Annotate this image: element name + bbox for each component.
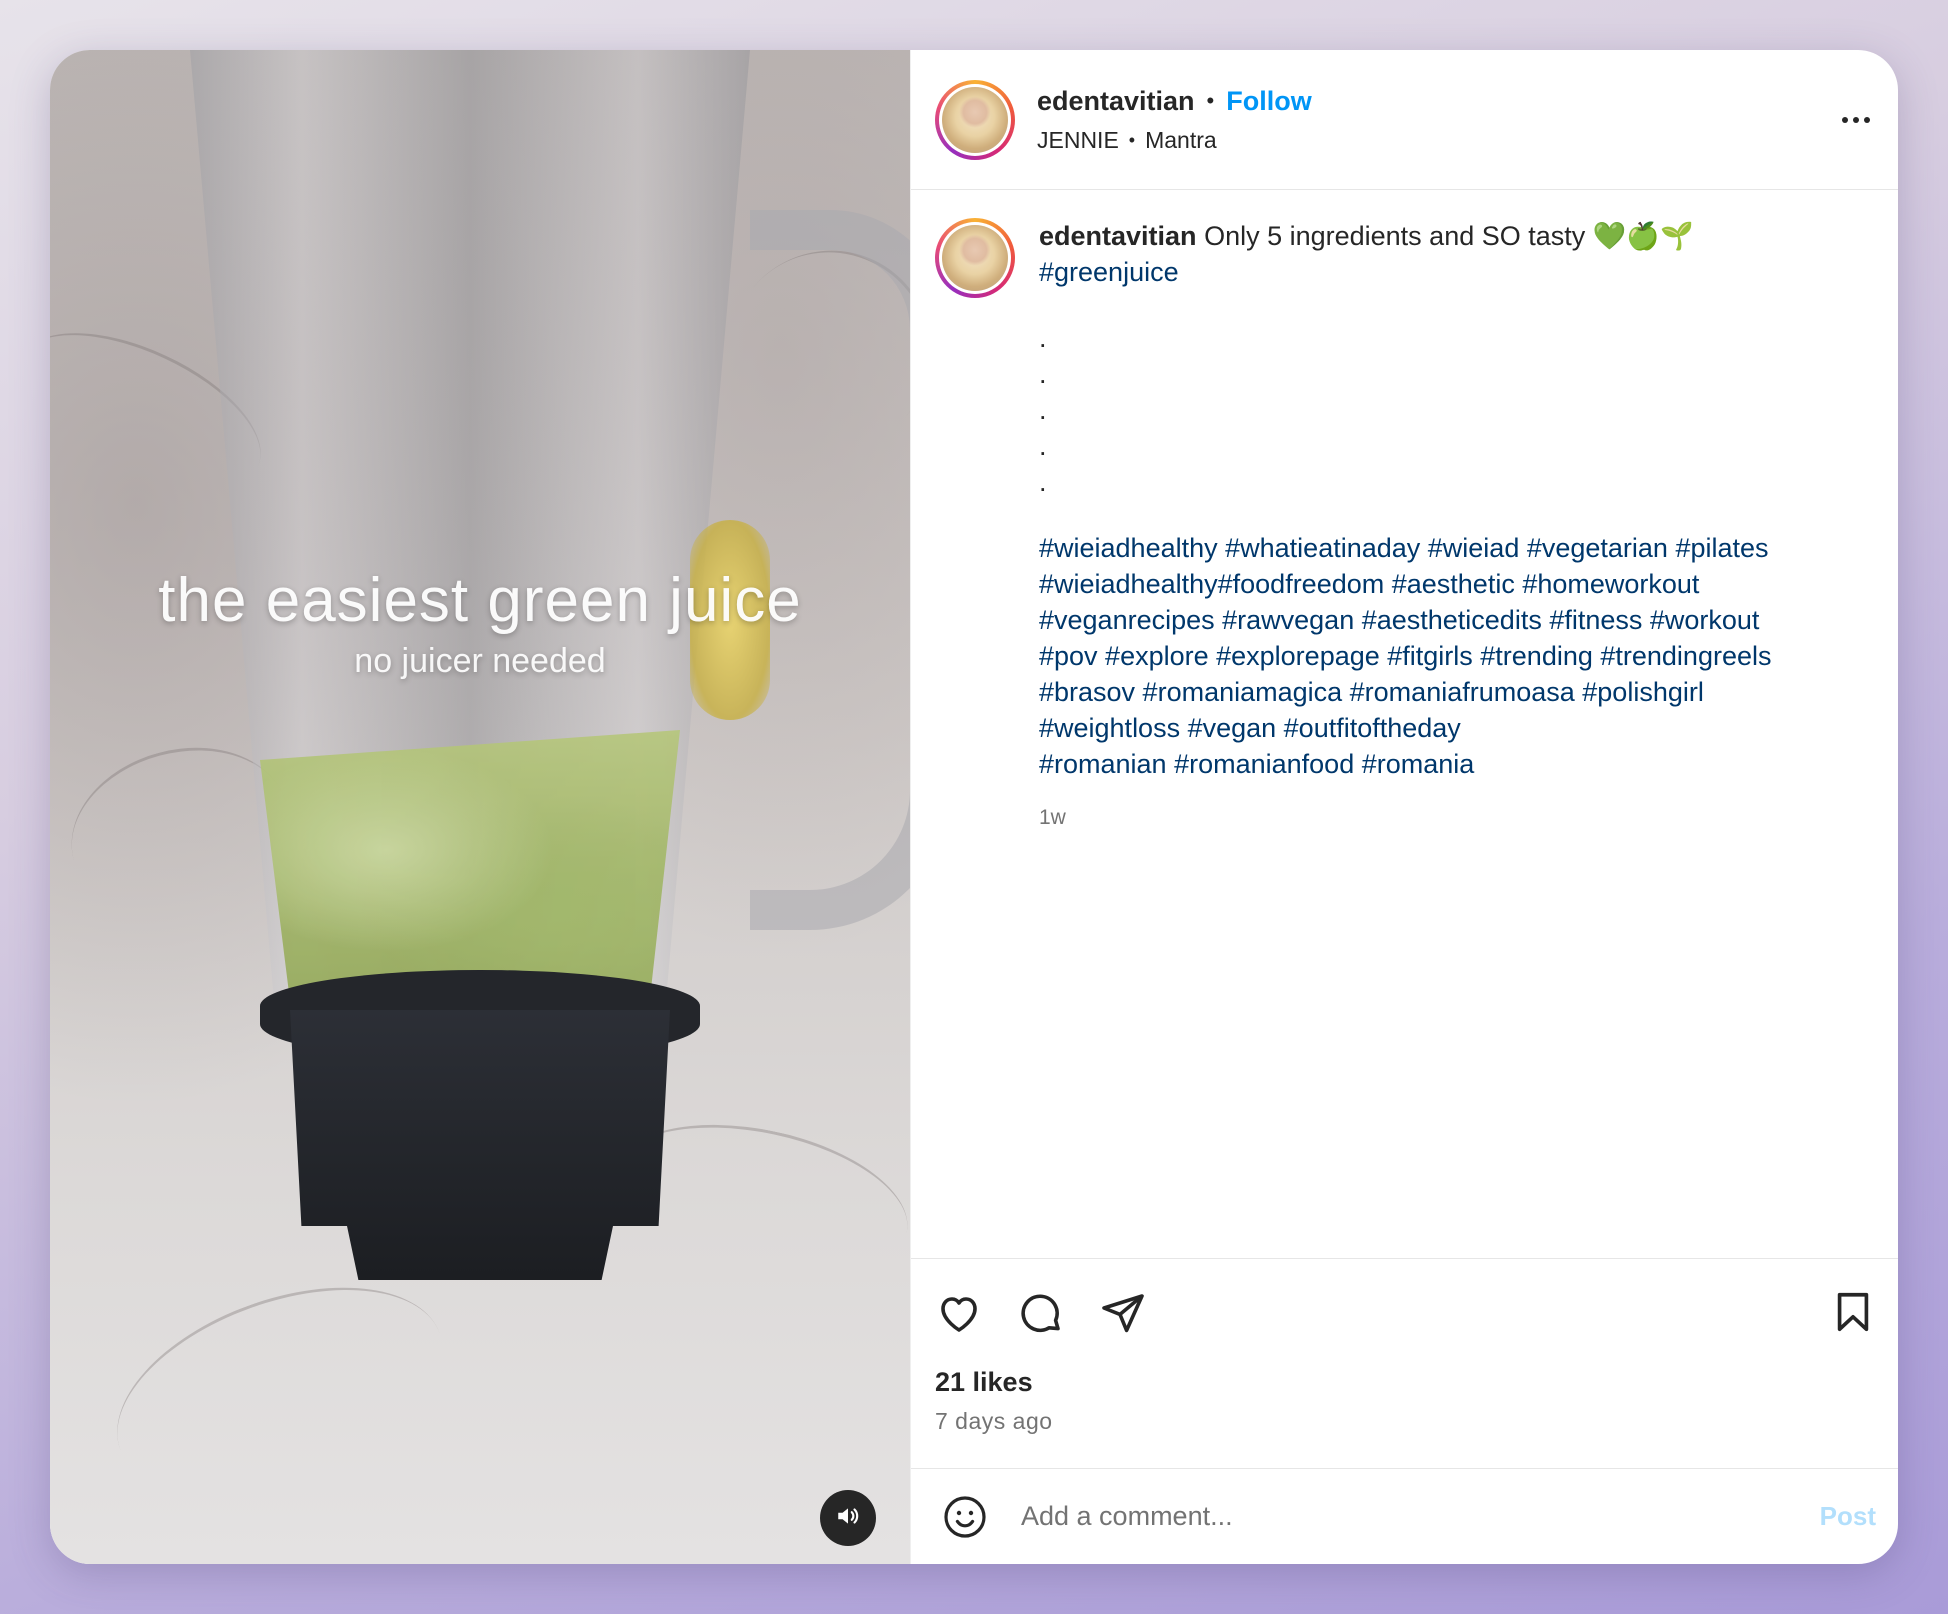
more-dot: [1842, 116, 1848, 123]
action-icons: [935, 1285, 1874, 1341]
caption-dot: .: [1039, 359, 1047, 389]
blender-base: [290, 1010, 670, 1280]
avatar-border: [939, 222, 1011, 294]
caption-dot: .: [1039, 395, 1047, 425]
hashtag-line[interactable]: #weightloss #vegan #outfitoftheday: [1039, 710, 1869, 746]
mute-toggle-button[interactable]: [820, 1490, 876, 1546]
post-comment-button[interactable]: Post: [1820, 1501, 1876, 1532]
avatar[interactable]: [935, 79, 1015, 160]
header-text: edentavitian • Follow JENNIE • Mantra: [1037, 86, 1312, 154]
heart-icon[interactable]: [935, 1289, 983, 1337]
avatar-image: [942, 86, 1008, 153]
audio-separator: •: [1128, 129, 1136, 150]
avatar-border: [939, 83, 1011, 156]
header-separator: •: [1206, 88, 1215, 113]
caption-text: Only 5 ingredients and SO tasty 💚🍏🌱: [1204, 221, 1694, 251]
comment-input[interactable]: [1019, 1500, 1820, 1533]
post-header: edentavitian • Follow JENNIE • Mantra: [911, 50, 1898, 190]
post-side-panel: edentavitian • Follow JENNIE • Mantra ed…: [910, 50, 1898, 1564]
caption-body: edentavitian Only 5 ingredients and SO t…: [1039, 218, 1869, 836]
caption-username[interactable]: edentavitian: [1039, 221, 1197, 251]
likes-count[interactable]: 21 likes: [935, 1367, 1874, 1398]
bookmark-icon[interactable]: [1830, 1289, 1876, 1335]
post-date[interactable]: 7 days ago: [935, 1408, 1874, 1435]
caption-dots: . . . . .: [1039, 320, 1869, 500]
post-video[interactable]: the easiest green juice no juicer needed: [50, 50, 910, 1564]
post-actions: 21 likes 7 days ago: [911, 1258, 1898, 1468]
header-username[interactable]: edentavitian: [1037, 86, 1195, 117]
avatar-image: [942, 225, 1008, 291]
comment-bar: Post: [911, 1468, 1898, 1564]
share-icon[interactable]: [1099, 1289, 1147, 1337]
audio-artist[interactable]: JENNIE: [1037, 127, 1119, 154]
caption: edentavitian Only 5 ingredients and SO t…: [935, 218, 1874, 836]
marble-vein: [88, 1247, 472, 1536]
hashtag-line[interactable]: #veganrecipes #rawvegan #aestheticedits …: [1039, 602, 1869, 638]
caption-dot: .: [1039, 467, 1047, 497]
speaker-icon: [835, 1503, 861, 1534]
caption-hashtag[interactable]: #greenjuice: [1039, 254, 1869, 290]
video-overlay-subtitle: no juicer needed: [354, 642, 606, 680]
caption-avatar[interactable]: [935, 218, 1015, 298]
follow-button[interactable]: Follow: [1226, 86, 1311, 117]
video-overlay-title: the easiest green juice: [158, 566, 802, 635]
audio-track[interactable]: Mantra: [1145, 127, 1217, 154]
hashtag-line[interactable]: #wieiadhealthy#foodfreedom #aesthetic #h…: [1039, 566, 1869, 602]
more-dot: [1864, 116, 1870, 123]
caption-first-line: edentavitian Only 5 ingredients and SO t…: [1039, 218, 1869, 254]
hashtag-line[interactable]: #pov #explore #explorepage #fitgirls #tr…: [1039, 638, 1869, 674]
hashtag-line[interactable]: #brasov #romaniamagica #romaniafrumoasa …: [1039, 674, 1869, 710]
comments-area: edentavitian Only 5 ingredients and SO t…: [911, 190, 1898, 1258]
header-user-row: edentavitian • Follow: [1037, 86, 1312, 117]
caption-dot: .: [1039, 431, 1047, 461]
post-card: the easiest green juice no juicer needed: [50, 50, 1898, 1564]
audio-info[interactable]: JENNIE • Mantra: [1037, 127, 1312, 154]
emoji-icon[interactable]: [941, 1493, 989, 1541]
more-options-icon[interactable]: [1842, 116, 1870, 123]
hashtag-line[interactable]: #wieiadhealthy #whatieatinaday #wieiad #…: [1039, 530, 1869, 566]
caption-hashtags: #wieiadhealthy #whatieatinaday #wieiad #…: [1039, 530, 1869, 782]
caption-dot: .: [1039, 323, 1047, 353]
caption-timestamp[interactable]: 1w: [1039, 800, 1869, 836]
hashtag-line[interactable]: #romanian #romanianfood #romania: [1039, 746, 1869, 782]
comment-icon[interactable]: [1017, 1289, 1065, 1337]
more-dot: [1853, 116, 1859, 123]
